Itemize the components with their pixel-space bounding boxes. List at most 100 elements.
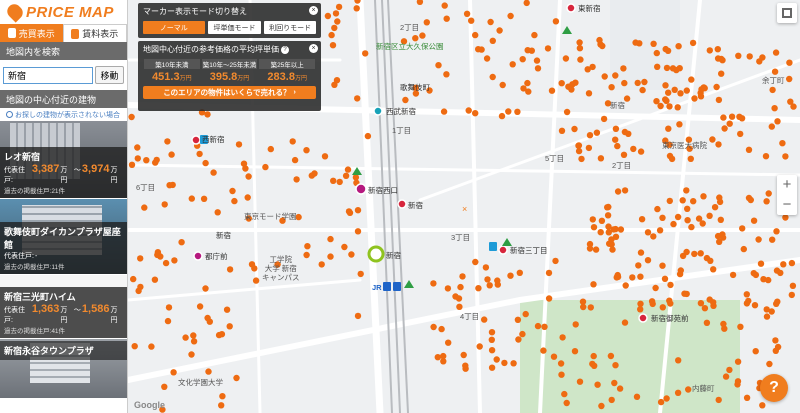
property-marker[interactable] [589,63,596,71]
tab-sale[interactable]: 売買表示 [0,24,63,42]
property-marker[interactable] [576,378,584,385]
property-marker[interactable] [342,172,350,179]
property-marker[interactable] [218,402,225,409]
property-marker[interactable] [715,396,722,404]
zoom-out-button[interactable]: − [783,195,792,215]
property-marker[interactable] [607,352,615,360]
property-marker[interactable] [514,316,522,323]
property-marker[interactable] [344,166,352,173]
property-marker[interactable] [472,110,479,117]
property-marker[interactable] [711,204,719,211]
property-marker[interactable] [674,213,682,221]
property-marker[interactable] [697,93,705,100]
property-card[interactable]: 歌舞伎町ダイカンプラザ屋座館 代表住戸: - 過去の掲載住戸:11件 [0,199,127,275]
property-marker[interactable] [533,57,541,64]
property-marker[interactable] [528,47,535,54]
property-marker[interactable] [743,394,751,401]
property-marker[interactable] [720,320,727,328]
property-marker[interactable] [769,236,776,243]
property-marker[interactable] [765,276,772,284]
property-marker[interactable] [354,312,362,320]
property-marker[interactable] [726,366,733,374]
property-marker[interactable] [637,148,645,155]
property-marker[interactable] [354,95,361,102]
property-marker[interactable] [548,87,556,94]
mode-normal-button[interactable]: ノーマル [143,21,205,34]
property-marker[interactable] [674,389,682,396]
close-icon[interactable]: × [309,44,318,53]
property-marker[interactable] [507,272,514,279]
property-marker[interactable] [729,271,737,279]
property-marker[interactable] [131,343,138,350]
property-marker[interactable] [509,61,516,68]
property-marker[interactable] [182,334,189,341]
property-marker[interactable] [353,5,360,12]
property-marker[interactable] [321,153,329,160]
property-marker[interactable] [691,250,698,258]
property-marker[interactable] [501,359,508,367]
property-marker[interactable] [777,269,784,277]
property-marker[interactable] [245,173,252,180]
property-marker[interactable] [291,156,299,164]
property-marker[interactable] [499,81,506,89]
property-marker[interactable] [352,174,360,181]
property-marker[interactable] [612,72,619,79]
property-marker[interactable] [740,245,747,253]
property-marker[interactable] [329,42,337,49]
property-marker[interactable] [540,347,547,354]
property-marker[interactable] [697,300,705,307]
property-marker[interactable] [165,304,173,311]
property-marker[interactable] [637,273,644,280]
property-marker[interactable] [341,243,348,251]
property-marker[interactable] [759,402,766,409]
property-marker[interactable] [303,251,310,259]
property-marker[interactable] [524,79,531,87]
property-marker[interactable] [751,302,759,309]
property-marker[interactable] [541,323,548,330]
property-marker[interactable] [780,261,787,268]
property-marker[interactable] [786,75,793,83]
property-marker[interactable] [459,273,466,280]
property-marker[interactable] [676,270,684,278]
property-marker[interactable] [482,264,490,271]
station-marker-sanchome[interactable] [498,245,508,255]
property-marker[interactable] [324,12,332,20]
property-marker[interactable] [563,399,570,407]
property-marker[interactable] [614,142,621,150]
property-marker[interactable] [707,257,714,264]
property-marker[interactable] [498,112,506,120]
property-marker[interactable] [178,239,185,246]
property-marker[interactable] [468,17,475,24]
property-marker[interactable] [659,262,666,269]
property-marker[interactable] [190,338,198,345]
property-marker[interactable] [487,18,494,26]
property-marker[interactable] [726,120,733,127]
property-marker[interactable] [679,197,686,204]
property-marker[interactable] [267,145,274,153]
property-marker[interactable] [620,65,627,72]
property-marker[interactable] [557,360,565,367]
property-marker[interactable] [153,156,160,164]
property-marker[interactable] [590,224,598,231]
property-marker[interactable] [657,398,665,406]
property-marker[interactable] [750,270,757,277]
property-marker[interactable] [677,90,684,97]
property-marker[interactable] [616,385,624,392]
property-marker[interactable] [721,125,728,132]
property-marker[interactable] [576,39,583,46]
property-marker[interactable] [171,257,178,264]
property-marker[interactable] [771,105,778,112]
property-marker[interactable] [621,319,629,326]
property-marker[interactable] [488,347,496,354]
property-marker[interactable] [242,165,249,172]
property-marker[interactable] [515,336,522,343]
property-marker[interactable] [143,157,150,164]
property-marker[interactable] [336,178,343,186]
property-marker[interactable] [715,96,723,104]
property-marker[interactable] [484,276,491,283]
property-marker[interactable] [430,280,437,287]
property-marker[interactable] [648,298,656,305]
property-marker[interactable] [736,113,743,121]
mode-tsubo-button[interactable]: 坪単価モード [207,21,262,34]
property-marker[interactable] [214,209,221,216]
